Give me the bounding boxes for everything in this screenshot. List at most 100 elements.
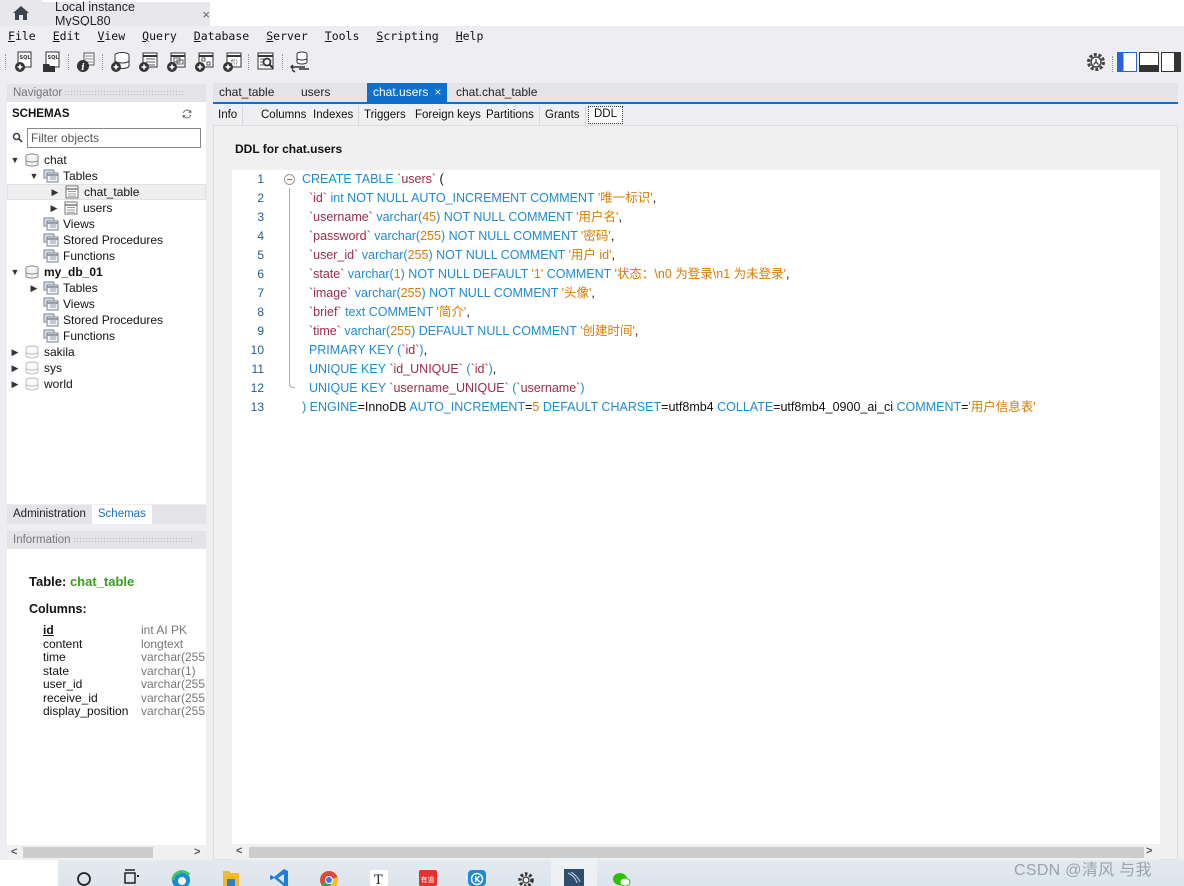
mysql-workbench-icon[interactable]	[563, 867, 585, 886]
menu-help[interactable]: Help	[456, 29, 484, 43]
task-view-icon[interactable]	[120, 867, 142, 886]
search-table-data-icon[interactable]	[255, 51, 277, 73]
column-type: varchar(255	[141, 704, 206, 718]
tree-item-chat-table[interactable]: ▶ chat_table	[7, 184, 206, 200]
create-function-icon[interactable]: f()	[221, 51, 243, 73]
file-explorer-icon[interactable]	[220, 867, 242, 886]
scroll-left-arrow-icon[interactable]: <	[236, 845, 242, 857]
subtab-info[interactable]: Info	[213, 106, 244, 125]
tree-item-world[interactable]: ▶ world	[7, 376, 73, 392]
navigator-horizontal-scrollbar[interactable]: < >	[7, 845, 206, 860]
line-number: 4	[257, 229, 264, 243]
code-token: ,	[786, 267, 790, 281]
editor-tab-chat-users[interactable]: chat.users ×	[367, 83, 448, 102]
scrollbar-thumb[interactable]	[249, 847, 1144, 858]
scroll-right-arrow-icon[interactable]: >	[194, 846, 200, 858]
toggle-sidebar-icon[interactable]	[1117, 52, 1137, 72]
editor-tab-chat-chat-table[interactable]: chat.chat_table	[450, 83, 543, 102]
vscode-icon[interactable]	[268, 867, 290, 886]
home-tab[interactable]	[0, 0, 42, 26]
create-schema-icon[interactable]	[109, 51, 131, 73]
collapsed-triangle-icon[interactable]: ▶	[10, 347, 20, 358]
refresh-icon[interactable]	[181, 108, 193, 120]
tab-administration[interactable]: Administration	[7, 505, 92, 524]
tree-item-chat[interactable]: ▼ chat	[7, 152, 67, 168]
expanded-triangle-icon[interactable]: ▼	[29, 171, 39, 181]
youdao-icon[interactable]: 有道	[417, 867, 439, 886]
new-sql-tab-icon[interactable]: SQL	[13, 51, 35, 73]
scrollbar-thumb[interactable]	[23, 847, 153, 858]
toolbar-separator	[68, 54, 69, 70]
menu-scripting[interactable]: Scripting	[376, 29, 438, 43]
tree-item-label: Tables	[63, 281, 98, 295]
connection-tab[interactable]: Local instance MySQL80 ×	[42, 0, 210, 28]
code-token: 255	[400, 286, 422, 300]
tree-item-my-db-01[interactable]: ▼ my_db_01	[7, 264, 103, 280]
typora-icon[interactable]: T	[368, 867, 390, 886]
settings-icon[interactable]	[1086, 52, 1106, 72]
inspector-icon[interactable]: i	[75, 51, 97, 73]
scroll-left-arrow-icon[interactable]: <	[11, 846, 17, 858]
toggle-output-icon[interactable]	[1139, 52, 1159, 72]
code-token: '创建时间'	[580, 324, 635, 338]
collapsed-triangle-icon[interactable]: ▶	[49, 203, 59, 214]
subtab-grants[interactable]: Grants	[540, 106, 586, 125]
database-icon	[24, 345, 40, 359]
tree-item-sakila[interactable]: ▶ sakila	[7, 344, 75, 360]
settings-icon[interactable]	[515, 867, 537, 886]
tree-item-views[interactable]: Views	[7, 296, 95, 312]
open-sql-script-icon[interactable]: SQL	[41, 51, 63, 73]
subtab-ddl[interactable]: DDL	[588, 106, 624, 124]
subtab-columns[interactable]: Columns	[256, 106, 313, 125]
editor-tab-chat-table[interactable]: chat_table	[213, 83, 280, 102]
code-token: ,	[492, 362, 497, 376]
collapsed-triangle-icon[interactable]: ▶	[50, 187, 60, 198]
tree-item-stored-procedures[interactable]: Stored Procedures	[7, 232, 163, 248]
menu-server[interactable]: Server	[266, 29, 308, 43]
collapsed-triangle-icon[interactable]: ▶	[10, 363, 20, 374]
tree-item-tables[interactable]: ▶ Tables	[7, 280, 98, 296]
menu-database[interactable]: Database	[194, 29, 249, 43]
expanded-triangle-icon[interactable]: ▼	[10, 155, 20, 165]
tree-item-sys[interactable]: ▶ sys	[7, 360, 62, 376]
tree-item-stored-procedures[interactable]: Stored Procedures	[7, 312, 163, 328]
home-icon	[13, 6, 29, 20]
collapsed-triangle-icon[interactable]: ▶	[29, 283, 39, 294]
filter-objects-input[interactable]	[27, 128, 201, 148]
tree-item-views[interactable]: Views	[7, 216, 95, 232]
subtab-foreign-keys[interactable]: Foreign keys	[410, 106, 487, 125]
code-token: `username`	[516, 381, 581, 395]
create-procedure-icon[interactable]	[193, 51, 215, 73]
code-token: `users`	[397, 172, 437, 186]
subtab-indexes[interactable]: Indexes	[308, 106, 360, 125]
toggle-secondary-sidebar-icon[interactable]	[1161, 52, 1181, 72]
code-token: `image`	[308, 286, 352, 300]
kugou-icon[interactable]: K	[466, 867, 488, 886]
tree-item-tables[interactable]: ▼ Tables	[7, 168, 98, 184]
close-icon[interactable]: ×	[202, 7, 210, 22]
menu-tools[interactable]: Tools	[325, 29, 360, 43]
editor-tab-users[interactable]: users	[295, 83, 336, 102]
close-icon[interactable]: ×	[434, 85, 441, 99]
search-icon[interactable]	[73, 867, 95, 886]
wechat-icon[interactable]	[611, 867, 633, 886]
chrome-icon[interactable]	[318, 867, 340, 886]
ddl-code-editor[interactable]: 1 CREATE TABLE `users` (2 `id` int NOT NU…	[232, 170, 1160, 844]
menu-edit[interactable]: Edit	[53, 29, 81, 43]
create-view-icon[interactable]	[165, 51, 187, 73]
filter-row	[11, 127, 203, 149]
subtab-triggers[interactable]: Triggers	[359, 106, 412, 125]
expanded-triangle-icon[interactable]: ▼	[10, 267, 20, 277]
reconnect-icon[interactable]	[289, 51, 311, 73]
create-table-icon[interactable]	[137, 51, 159, 73]
edge-icon[interactable]	[170, 867, 192, 886]
menu-file[interactable]: File	[8, 29, 36, 43]
tab-schemas[interactable]: Schemas	[91, 505, 152, 524]
tree-item-functions[interactable]: Functions	[7, 248, 115, 264]
menu-view[interactable]: View	[97, 29, 125, 43]
subtab-partitions[interactable]: Partitions	[481, 106, 540, 125]
tree-item-functions[interactable]: Functions	[7, 328, 115, 344]
tree-item-users[interactable]: ▶ users	[7, 200, 113, 216]
collapsed-triangle-icon[interactable]: ▶	[10, 379, 20, 390]
menu-query[interactable]: Query	[142, 29, 177, 43]
